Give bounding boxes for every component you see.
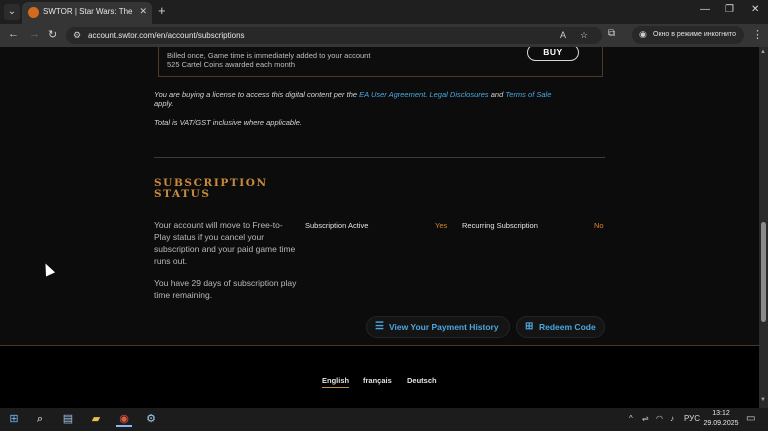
wifi-icon[interactable]: ◠ — [656, 414, 663, 423]
buy-button[interactable]: BUY — [527, 47, 579, 61]
page-scrollbar[interactable]: ▲ ▼ — [759, 47, 768, 408]
page-footer: English français Deutsch — [0, 346, 759, 408]
legal-suffix: apply. — [154, 99, 174, 108]
file-explorer-icon[interactable]: ▰ — [88, 412, 104, 427]
star-icon[interactable]: ☆ — [580, 30, 588, 41]
scroll-down-icon[interactable]: ▼ — [760, 397, 766, 403]
free-to-play-notice: Your account will move to Free-to-Play s… — [154, 220, 296, 266]
legal-sep: . — [425, 90, 428, 99]
search-icon[interactable]: ⌕ — [32, 412, 48, 427]
tab-title: SWTOR | Star Wars: The Old Re — [43, 7, 135, 16]
tray-chevron-up-icon[interactable]: ^ — [629, 414, 633, 423]
mouse-cursor-icon — [40, 261, 56, 277]
ea-user-agreement-link[interactable]: EA User Agreement — [359, 90, 425, 99]
incognito-label: Окно в режиме инкогнито — [653, 31, 736, 38]
terms-of-sale-link[interactable]: Terms of Sale — [505, 90, 551, 99]
subscription-active-label: Subscription Active — [305, 221, 369, 230]
language-french-link[interactable]: français — [363, 376, 392, 385]
subscription-status-heading: SUBSCRIPTION STATUS — [154, 177, 268, 200]
notification-icon[interactable]: ▭ — [746, 413, 755, 424]
legal-disclosures-link[interactable]: Legal Disclosures — [429, 90, 488, 99]
new-tab-button[interactable]: + — [158, 3, 166, 18]
view-payment-history-button[interactable]: ☰ View Your Payment History — [366, 316, 510, 338]
maximize-button[interactable]: ❐ — [725, 4, 734, 15]
incognito-icon: ◉ — [639, 29, 647, 39]
redeem-code-button[interactable]: ⊞ Redeem Code — [516, 316, 605, 338]
close-tab-icon[interactable]: ✕ — [139, 6, 147, 17]
legal-notice: You are buying a license to access this … — [154, 90, 606, 108]
screen: ⌄ SWTOR | Star Wars: The Old Re ✕ + — ❐ … — [0, 0, 768, 431]
windows-start-icon[interactable]: ⊞ — [6, 412, 22, 427]
section-divider — [154, 157, 605, 158]
subscription-offer-card: [ · · · · · · · ] Billed once, Game time… — [158, 47, 603, 77]
view-payment-history-label: View Your Payment History — [389, 322, 499, 332]
keyboard-language[interactable]: РУС — [684, 414, 700, 423]
language-german-link[interactable]: Deutsch — [407, 376, 437, 385]
offer-coins-text: 525 Cartel Coins awarded each month — [167, 60, 295, 69]
translate-icon[interactable]: A — [560, 30, 566, 40]
tray-usb-icon[interactable]: ⇌ — [642, 414, 649, 423]
scrollbar-thumb[interactable] — [761, 222, 766, 322]
reload-button[interactable]: ↻ — [48, 28, 57, 41]
windows-taskbar: ⊞ ⌕ ▤ ▰ ◉ ⚙ ^ ⇌ ◠ ♪ РУС 13:12 29.09.2025… — [0, 408, 768, 431]
offer-billing-text: Billed once, Game time is immediately ad… — [167, 51, 371, 60]
subscription-active-value: Yes — [435, 221, 448, 230]
close-window-button[interactable]: ✕ — [751, 4, 759, 15]
redeem-code-label: Redeem Code — [539, 322, 596, 332]
tune-icon[interactable]: ⚙ — [73, 30, 81, 41]
clock-time[interactable]: 13:12 — [704, 410, 738, 417]
notepad-icon[interactable]: ▤ — [60, 412, 76, 427]
incognito-badge[interactable]: ◉ Окно в режиме инкогнито — [632, 26, 744, 44]
page-content: [ · · · · · · · ] Billed once, Game time… — [0, 47, 759, 408]
address-bar[interactable]: ⚙ account.swtor.com/en/account/subscript… — [66, 27, 602, 44]
volume-icon[interactable]: ♪ — [670, 414, 674, 423]
steam-icon[interactable]: ⚙ — [143, 412, 159, 427]
language-english-link[interactable]: English — [322, 376, 350, 388]
recurring-subscription-label: Recurring Subscription — [462, 221, 538, 230]
more-vert-icon[interactable]: ⋮ — [752, 28, 763, 41]
back-button[interactable]: ← — [8, 28, 19, 40]
legal-and: and — [490, 90, 504, 99]
recurring-subscription-value: No — [594, 221, 604, 230]
days-remaining-text: You have 29 days of subscription play ti… — [154, 278, 297, 300]
forward-button[interactable]: → — [29, 28, 40, 40]
scroll-up-icon[interactable]: ▲ — [760, 49, 766, 55]
swtor-favicon-icon — [28, 7, 39, 18]
url-text[interactable]: account.swtor.com/en/account/subscriptio… — [88, 31, 245, 40]
browser-tab[interactable]: SWTOR | Star Wars: The Old Re ✕ — [22, 2, 152, 24]
puzzle-icon[interactable]: ⧉ — [608, 28, 615, 39]
gift-icon: ⊞ — [525, 321, 534, 332]
clock-date[interactable]: 29.09.2025 — [702, 420, 740, 427]
browser-tabbar: ⌄ SWTOR | Star Wars: The Old Re ✕ + — ❐ … — [0, 0, 768, 24]
legal-prefix: You are buying a license to access this … — [154, 90, 358, 99]
chrome-icon[interactable]: ◉ — [116, 412, 132, 427]
chevron-down-icon[interactable]: ⌄ — [4, 4, 20, 20]
vat-notice: Total is VAT/GST inclusive where applica… — [154, 118, 302, 127]
minimize-button[interactable]: — — [700, 4, 710, 15]
receipt-icon: ☰ — [375, 321, 384, 332]
